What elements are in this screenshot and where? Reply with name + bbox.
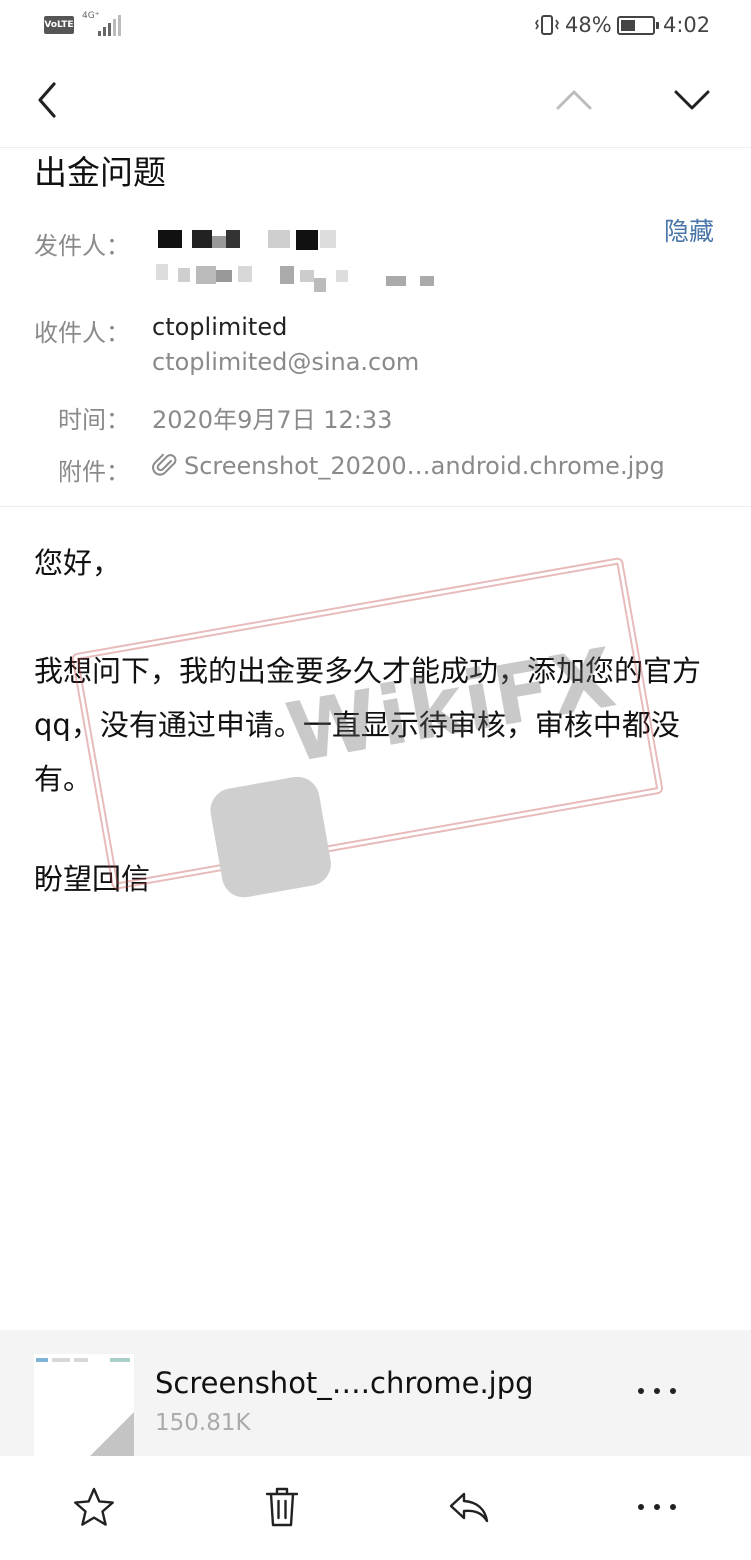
chevron-down-icon[interactable]	[670, 82, 714, 118]
recipient-address: ctoplimited@sina.com	[152, 348, 420, 376]
reply-icon[interactable]	[446, 1484, 492, 1530]
time-label: 时间：	[58, 406, 130, 434]
attachment-thumbnail[interactable]	[34, 1354, 134, 1456]
battery-percent: 48%	[565, 13, 612, 37]
trash-icon[interactable]	[259, 1484, 305, 1530]
attachment-link[interactable]: Screenshot_20200…android.chrome.jpg	[152, 452, 665, 480]
attachment-filename: Screenshot_20200…android.chrome.jpg	[184, 452, 665, 480]
sent-time: 2020年9月7日 12:33	[152, 406, 393, 434]
nav-bar	[0, 60, 751, 148]
more-horizontal-icon[interactable]	[634, 1484, 680, 1530]
email-paragraph: 我想问下，我的出金要多久才能成功，添加您的官方qq，没有通过申请。一直显示待审核…	[34, 654, 702, 796]
from-label: 发件人：	[34, 232, 130, 260]
recipient-name: ctoplimited	[152, 313, 288, 341]
back-icon[interactable]	[28, 78, 68, 122]
volte-indicator: VoLTE	[44, 16, 74, 34]
bottom-toolbar	[0, 1456, 751, 1560]
attachment-card[interactable]: Screenshot_….chrome.jpg 150.81K	[0, 1330, 751, 1456]
header-divider	[0, 506, 751, 507]
email-subject: 出金问题	[34, 153, 166, 192]
sender-redacted	[156, 226, 456, 296]
to-label: 收件人：	[34, 319, 130, 347]
chevron-up-icon[interactable]	[552, 82, 596, 118]
status-bar: VoLTE 4G⁺ 48% 4:02	[0, 0, 751, 52]
attachment-more-icon[interactable]	[634, 1376, 680, 1406]
attachment-label: 附件：	[58, 458, 130, 486]
email-closing: 盼望回信	[34, 862, 151, 896]
vibrate-icon	[535, 15, 559, 35]
paperclip-icon	[152, 453, 177, 476]
battery-icon	[617, 16, 659, 35]
attachment-card-size: 150.81K	[155, 1410, 251, 1436]
clock: 4:02	[663, 13, 711, 37]
star-icon[interactable]	[71, 1484, 117, 1530]
attachment-card-filename: Screenshot_….chrome.jpg	[155, 1366, 534, 1400]
signal-icon	[96, 14, 122, 36]
email-greeting: 您好，	[34, 546, 122, 580]
hide-details-button[interactable]: 隐藏	[664, 212, 714, 248]
download-icon	[90, 1412, 134, 1456]
